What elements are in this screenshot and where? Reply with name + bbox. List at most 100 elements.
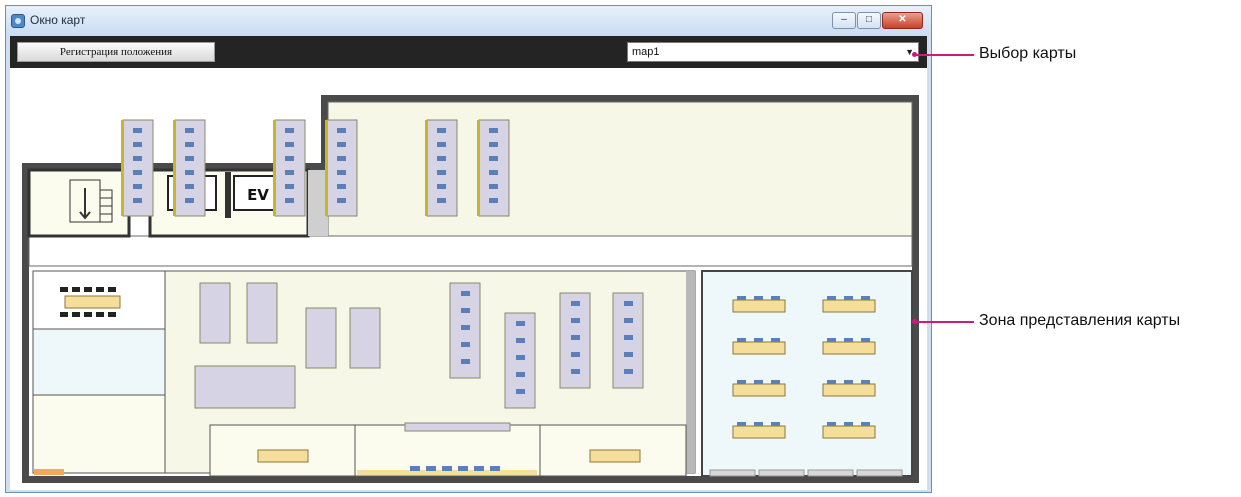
partition <box>325 120 328 216</box>
maximize-button[interactable]: □ <box>857 12 881 29</box>
desk-cluster <box>199 282 231 344</box>
chair <box>437 170 446 175</box>
chair <box>185 170 194 175</box>
chair <box>133 128 142 133</box>
chair <box>410 466 420 471</box>
callout-map-area: Зона представления карты <box>979 312 1181 329</box>
map-area[interactable]: EV EV <box>10 68 927 490</box>
chair <box>84 312 92 317</box>
chair <box>461 291 470 296</box>
window-bay <box>758 469 805 477</box>
training-table <box>822 341 876 355</box>
callout-line-map-select <box>914 54 974 56</box>
chair <box>844 338 853 342</box>
chair <box>285 170 294 175</box>
training-table <box>822 425 876 439</box>
training-table <box>732 341 786 355</box>
orange-cabinet <box>34 469 64 475</box>
window-bay <box>709 469 756 477</box>
chair <box>426 466 436 471</box>
map-window: Окно карт – □ ✕ Регистрация положения ma… <box>5 5 932 493</box>
corridor <box>28 235 913 267</box>
map-select-value: map1 <box>632 46 660 58</box>
chair <box>489 128 498 133</box>
chair <box>458 466 468 471</box>
chair <box>461 308 470 313</box>
register-position-button[interactable]: Регистрация положения <box>17 42 215 62</box>
callout-map-select: Выбор карты <box>979 45 1077 62</box>
chair <box>437 156 446 161</box>
chair <box>861 422 870 426</box>
partition <box>477 120 480 216</box>
floor-plan[interactable]: EV EV <box>10 68 927 490</box>
chair <box>185 142 194 147</box>
chair <box>844 380 853 384</box>
partition-wall <box>686 271 695 473</box>
chair <box>489 198 498 203</box>
chair <box>489 142 498 147</box>
meeting-table <box>64 295 121 309</box>
chair <box>827 422 836 426</box>
chair <box>516 338 525 343</box>
north-office-floor <box>327 101 913 237</box>
chair <box>461 325 470 330</box>
chair <box>437 198 446 203</box>
window-bay <box>856 469 903 477</box>
chair <box>754 296 763 300</box>
chair <box>442 466 452 471</box>
chair <box>737 338 746 342</box>
chair <box>60 287 68 292</box>
chair <box>72 287 80 292</box>
chair <box>108 312 116 317</box>
close-button[interactable]: ✕ <box>882 12 923 29</box>
chair <box>771 338 780 342</box>
partition <box>425 120 428 216</box>
chair <box>624 352 633 357</box>
chair <box>84 287 92 292</box>
chair <box>337 184 346 189</box>
chair <box>754 338 763 342</box>
elevator-label-2: EV <box>247 186 269 204</box>
minimize-button[interactable]: – <box>832 12 856 29</box>
chair <box>571 318 580 323</box>
chair <box>437 184 446 189</box>
chair <box>624 318 633 323</box>
chair <box>827 296 836 300</box>
chair <box>285 184 294 189</box>
chair <box>571 369 580 374</box>
chair <box>737 380 746 384</box>
chair <box>133 184 142 189</box>
chair <box>461 342 470 347</box>
chair <box>133 198 142 203</box>
chair <box>185 184 194 189</box>
reception-room <box>32 394 166 474</box>
desk-cluster <box>305 307 337 369</box>
training-table <box>732 425 786 439</box>
table <box>257 449 309 463</box>
table <box>589 449 641 463</box>
chair <box>844 296 853 300</box>
partition <box>121 120 124 216</box>
chair <box>96 312 104 317</box>
chair <box>133 142 142 147</box>
chair <box>861 380 870 384</box>
partition <box>173 120 176 216</box>
map-select[interactable]: map1 ▼ <box>627 42 919 62</box>
chair <box>489 156 498 161</box>
chair <box>516 389 525 394</box>
chair <box>624 335 633 340</box>
partition <box>273 120 276 216</box>
chair <box>133 156 142 161</box>
chair <box>96 287 104 292</box>
title-bar[interactable]: Окно карт – □ ✕ <box>6 6 931 36</box>
lounge-room <box>32 328 166 396</box>
toolbar: Регистрация положения map1 ▼ <box>10 36 927 68</box>
chair <box>337 198 346 203</box>
chair <box>337 170 346 175</box>
chair <box>185 198 194 203</box>
chair <box>624 301 633 306</box>
chair <box>861 296 870 300</box>
chair <box>737 422 746 426</box>
chair <box>185 128 194 133</box>
chair <box>337 142 346 147</box>
